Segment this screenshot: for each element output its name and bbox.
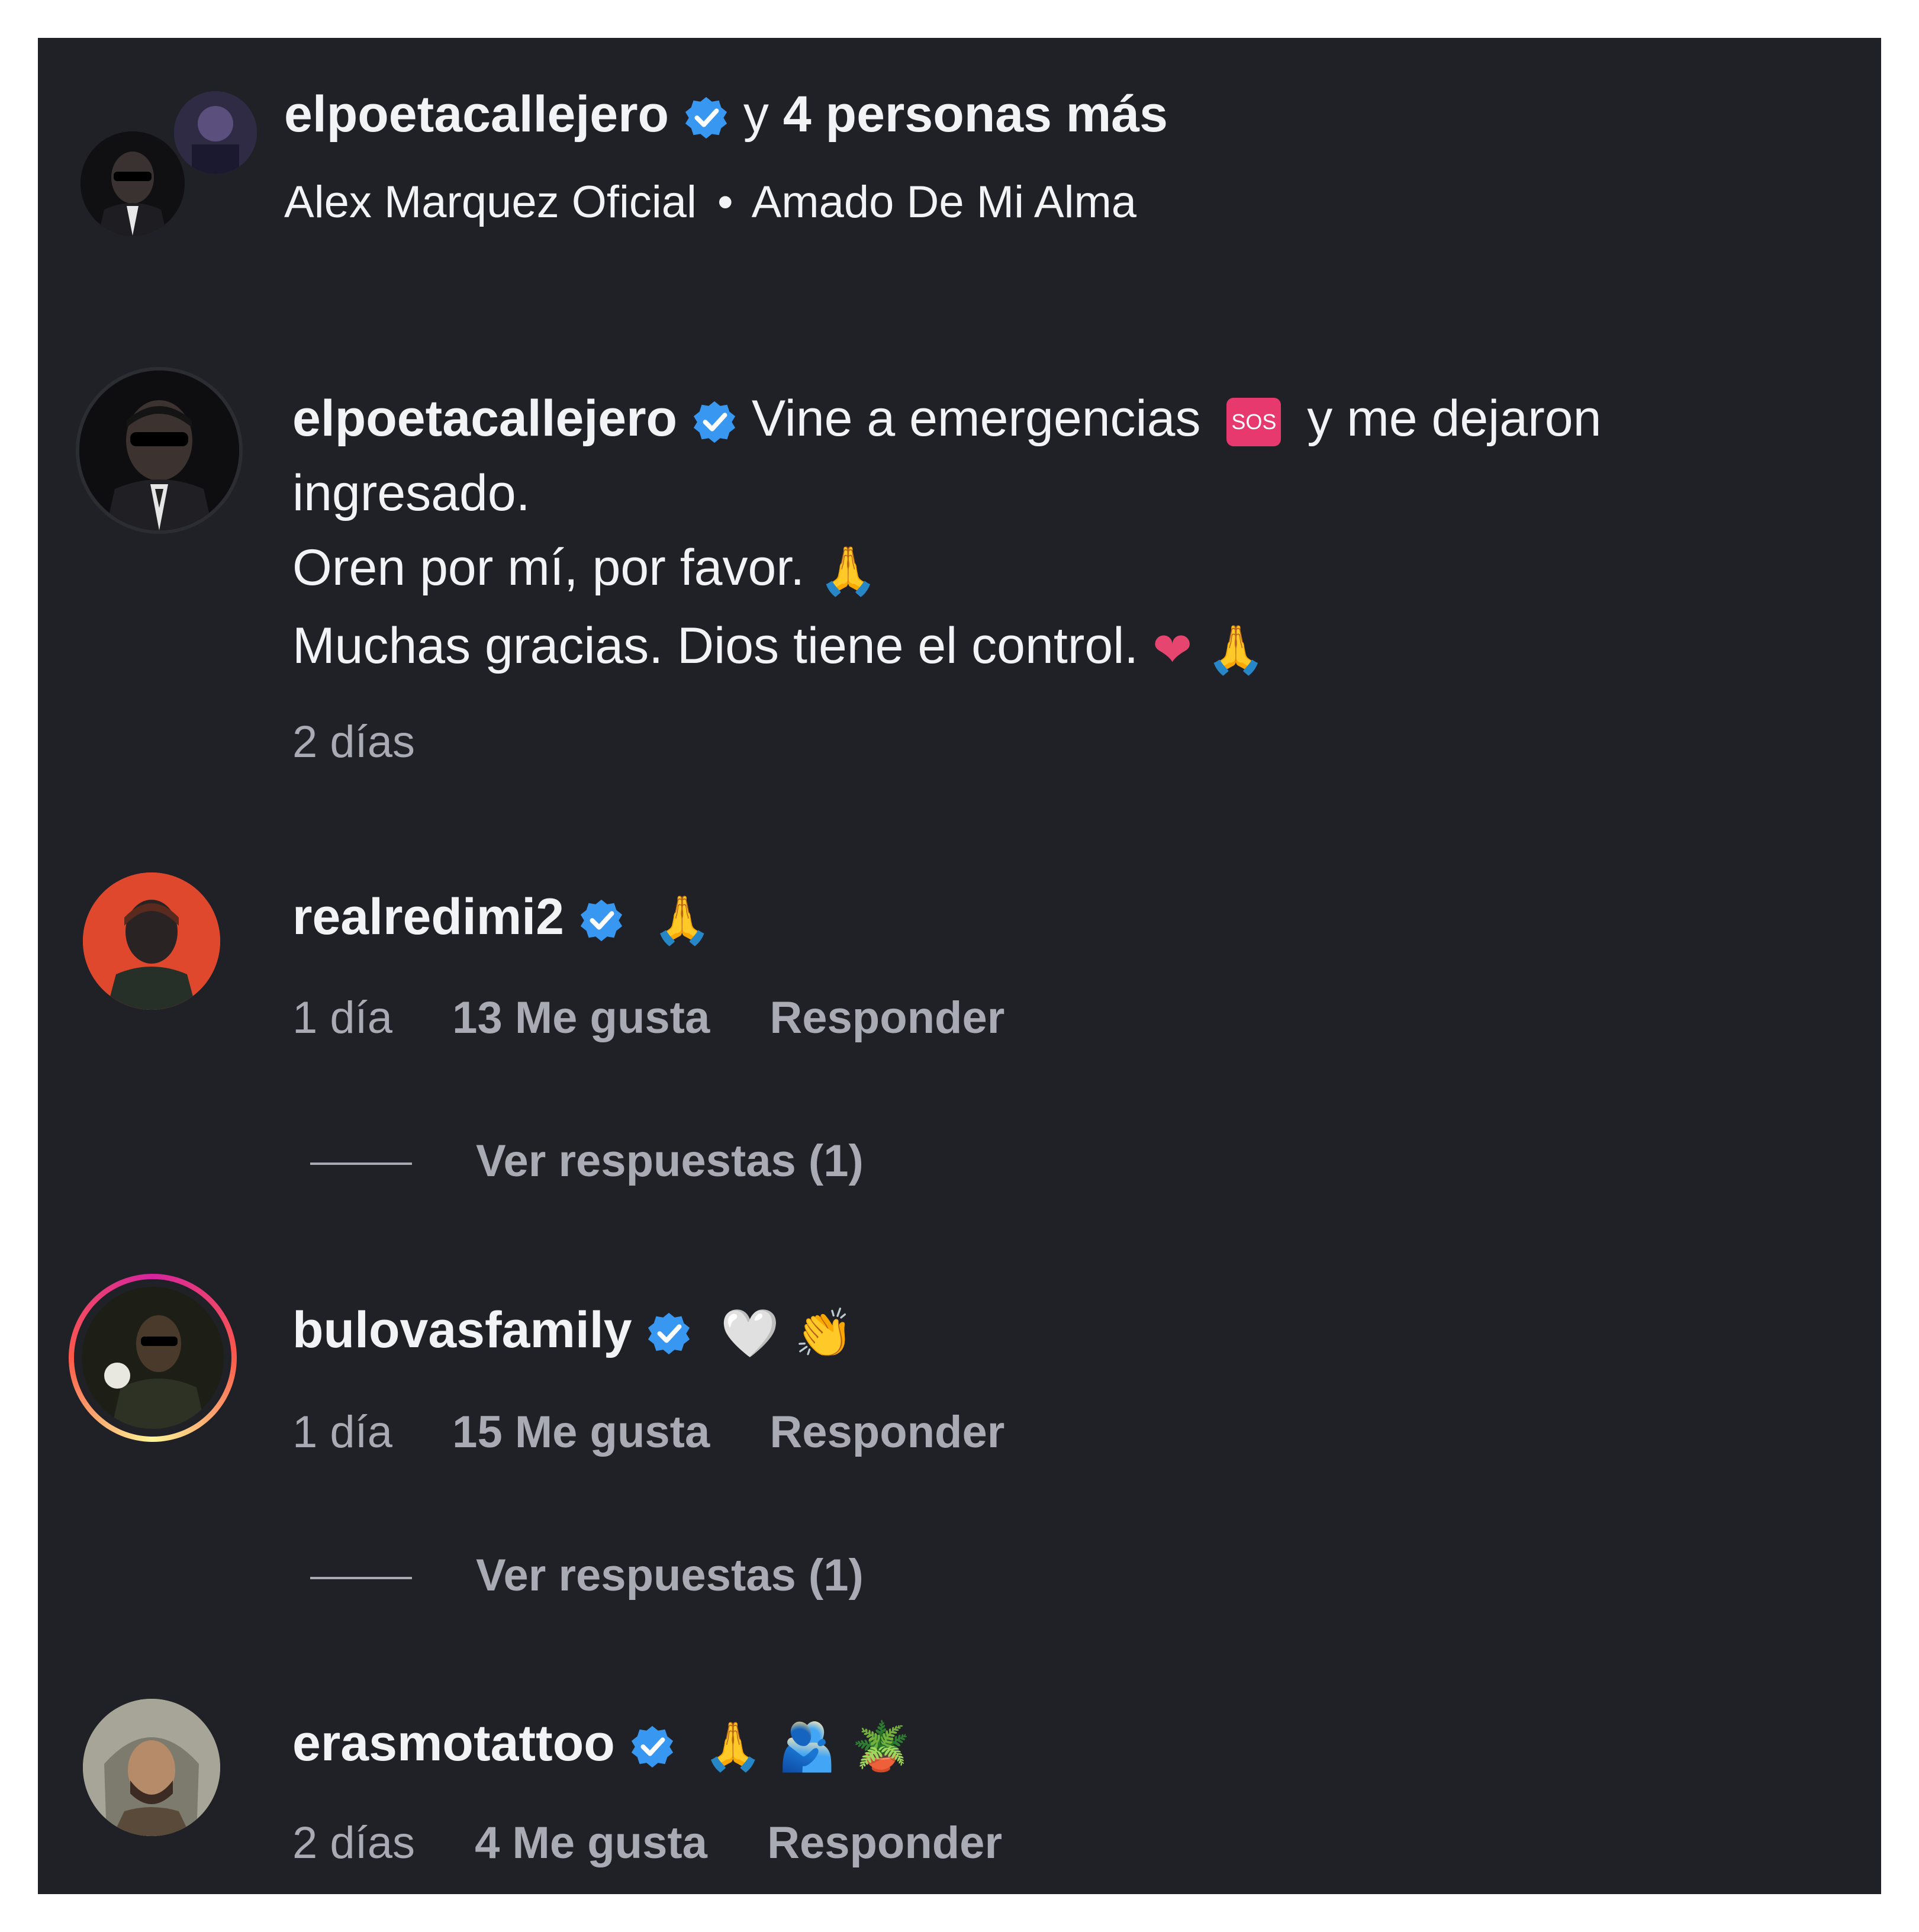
caption-line-1: elpoetacallejero Vine a emergencias SOS … bbox=[292, 381, 1808, 456]
view-replies-button[interactable]: Ver respuestas (1) bbox=[476, 1132, 864, 1191]
comment-emojis: 🤍 👏 bbox=[720, 1306, 854, 1361]
caption-time: 2 días bbox=[292, 717, 416, 767]
comment-avatar[interactable] bbox=[83, 872, 220, 1010]
comment-avatar-story-ring[interactable] bbox=[69, 1274, 237, 1442]
comment-username[interactable]: bulovasfamily bbox=[292, 1302, 632, 1358]
stacked-avatar-front[interactable] bbox=[77, 128, 188, 239]
comment-meta: 1 día 15 Me gusta Responder bbox=[292, 1403, 1052, 1462]
caption-avatar[interactable] bbox=[76, 367, 243, 534]
comment-emojis: 🙏 bbox=[652, 893, 712, 948]
verified-badge-icon bbox=[685, 97, 727, 139]
reply-button[interactable]: Responder bbox=[769, 993, 1004, 1043]
audio-separator: • bbox=[717, 177, 733, 227]
header-joiner: y bbox=[743, 86, 769, 143]
caption-line-4: Muchas gracias. Dios tiene el control. ❤… bbox=[292, 608, 1808, 687]
verified-badge-icon bbox=[648, 1313, 690, 1355]
reply-button[interactable]: Responder bbox=[769, 1407, 1004, 1457]
comment-meta: 2 días 4 Me gusta Responder bbox=[292, 1814, 1049, 1873]
caption-username[interactable]: elpoetacallejero bbox=[292, 390, 677, 447]
praying-hands-icon: 🙏 bbox=[1206, 622, 1266, 677]
caption-line-3-text: Oren por mí, por favor. bbox=[292, 539, 805, 596]
comment-header: bulovasfamily 🤍 👏 bbox=[292, 1297, 854, 1363]
sos-icon: SOS bbox=[1226, 398, 1282, 447]
caption-line-3: Oren por mí, por favor. 🙏 bbox=[292, 530, 1808, 608]
view-replies-button[interactable]: Ver respuestas (1) bbox=[476, 1546, 864, 1605]
verified-badge-icon bbox=[631, 1726, 673, 1768]
caption-block: elpoetacallejero Vine a emergencias SOS … bbox=[292, 381, 1808, 687]
comment-username[interactable]: erasmotattoo bbox=[292, 1715, 615, 1772]
comment-time: 2 días bbox=[292, 1818, 416, 1868]
reply-button[interactable]: Responder bbox=[767, 1818, 1002, 1868]
audio-artist[interactable]: Alex Marquez Oficial bbox=[284, 177, 697, 227]
caption-text-part1: Vine a emergencias bbox=[751, 390, 1201, 447]
comment-emojis: 🙏 🫂 🪴 bbox=[703, 1719, 911, 1775]
comment-header: erasmotattoo 🙏 🫂 🪴 bbox=[292, 1711, 910, 1776]
replies-divider bbox=[310, 1163, 412, 1165]
header-username[interactable]: elpoetacallejero bbox=[284, 86, 669, 143]
sos-label: SOS bbox=[1231, 410, 1277, 434]
verified-badge-icon bbox=[580, 900, 622, 942]
comment-avatar[interactable] bbox=[83, 1699, 220, 1836]
comments-panel: elpoetacallejero y 4 personas más Alex M… bbox=[38, 38, 1881, 1894]
comment-likes[interactable]: 15 Me gusta bbox=[452, 1407, 710, 1457]
comment-likes[interactable]: 13 Me gusta bbox=[452, 993, 710, 1043]
comment-username[interactable]: realredimi2 bbox=[292, 888, 564, 945]
verified-badge-icon bbox=[693, 401, 736, 443]
comment-likes[interactable]: 4 Me gusta bbox=[475, 1818, 707, 1868]
caption-line-2: ingresado. bbox=[292, 465, 530, 521]
comment-time: 1 día bbox=[292, 993, 393, 1043]
audio-title[interactable]: Amado De Mi Alma bbox=[752, 177, 1136, 227]
caption-line-4-text: Muchas gracias. Dios tiene el control. bbox=[292, 617, 1139, 675]
header-others[interactable]: 4 personas más bbox=[783, 86, 1168, 143]
heart-icon: ❤ bbox=[1152, 622, 1193, 677]
comment-time: 1 día bbox=[292, 1407, 393, 1457]
stacked-avatar-back[interactable] bbox=[174, 91, 257, 174]
comment-header: realredimi2 🙏 bbox=[292, 884, 711, 949]
comment-meta: 1 día 13 Me gusta Responder bbox=[292, 988, 1052, 1048]
liked-by-line: elpoetacallejero y 4 personas más bbox=[284, 82, 1168, 147]
audio-line: Alex Marquez Oficial • Amado De Mi Alma bbox=[284, 173, 1136, 232]
praying-hands-icon: 🙏 bbox=[819, 543, 878, 599]
caption-text-part2: y me dejaron bbox=[1307, 390, 1602, 447]
replies-divider bbox=[310, 1577, 412, 1579]
